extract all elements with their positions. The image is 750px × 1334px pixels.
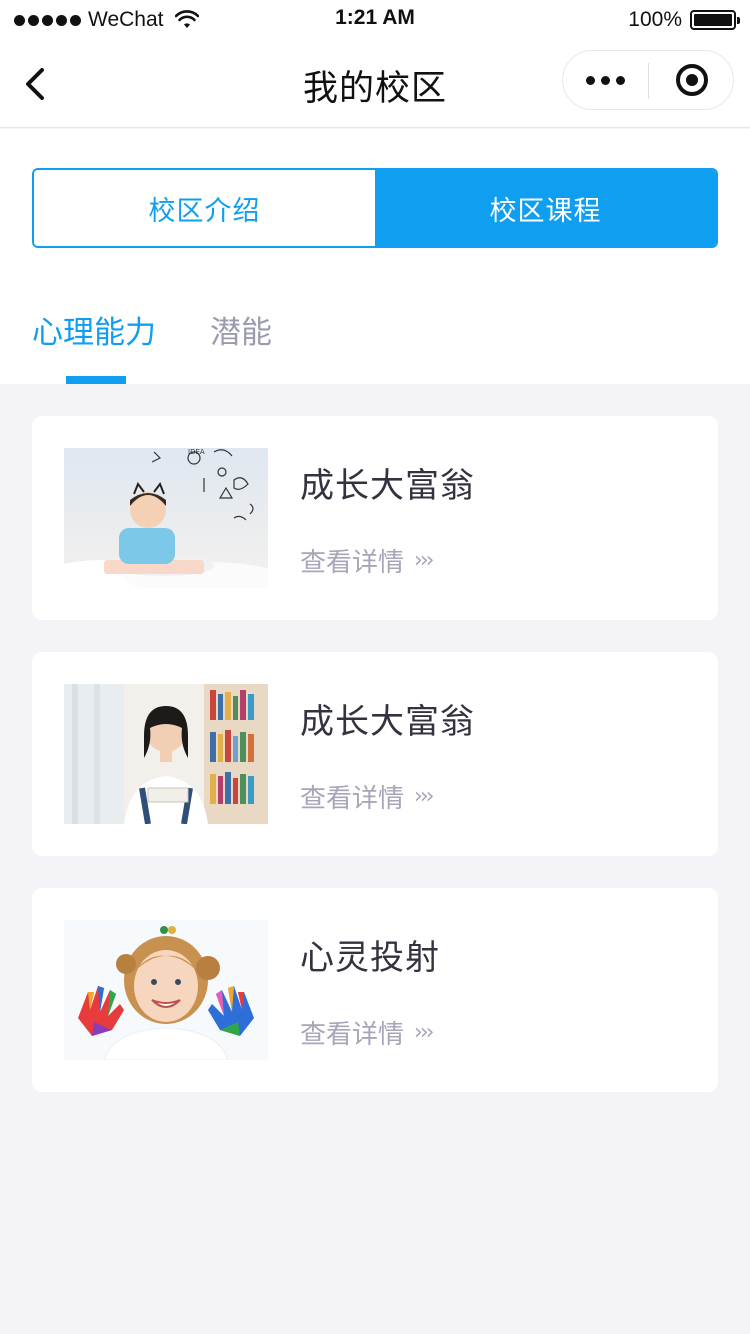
svg-text:IDEA: IDEA bbox=[188, 448, 205, 456]
course-title: 成长大富翁 bbox=[300, 466, 475, 506]
triple-chevron-right-icon: ››› bbox=[414, 1020, 434, 1045]
segmented-control: 校区介绍 校区课程 bbox=[32, 168, 718, 248]
course-card[interactable]: 心灵投射 查看详情 ››› bbox=[32, 888, 718, 1092]
course-card[interactable]: IDEA 成长大富翁 查看详情 ››› bbox=[32, 416, 718, 620]
tab-psychological-ability[interactable]: 心理能力 bbox=[32, 307, 156, 384]
target-icon bbox=[676, 64, 708, 96]
tab-label: 潜能 bbox=[210, 315, 272, 351]
more-dots-icon bbox=[586, 75, 595, 85]
view-details-link[interactable]: 查看详情 ››› bbox=[300, 1014, 434, 1051]
course-image-boy-drawing: IDEA bbox=[64, 448, 268, 588]
course-image-girl-painted-hands bbox=[64, 920, 268, 1060]
status-bar: WeChat 1:21 AM 100% bbox=[0, 0, 750, 40]
tab-potential[interactable]: 潜能 bbox=[210, 307, 272, 384]
triple-chevron-right-icon: ››› bbox=[414, 548, 434, 573]
segment-campus-courses[interactable]: 校区课程 bbox=[375, 170, 716, 246]
battery-icon bbox=[690, 10, 740, 30]
course-title: 成长大富翁 bbox=[300, 702, 475, 742]
view-details-link[interactable]: 查看详情 ››› bbox=[300, 778, 434, 815]
nav-bar: 我的校区 bbox=[0, 40, 750, 128]
view-details-label: 查看详情 bbox=[300, 1020, 405, 1050]
more-dots-icon bbox=[616, 75, 625, 85]
course-image-girl-library bbox=[64, 684, 268, 824]
course-list: IDEA 成长大富翁 查看详情 ››› 成长大富翁 查看详情 ››› 心灵投射 … bbox=[32, 416, 718, 1124]
view-details-label: 查看详情 bbox=[300, 548, 405, 578]
mini-program-capsule bbox=[562, 50, 734, 110]
tab-label: 心理能力 bbox=[32, 315, 156, 351]
battery-percent: 100% bbox=[628, 8, 682, 31]
tab-active-indicator bbox=[66, 376, 126, 384]
status-right: 100% bbox=[628, 6, 740, 34]
header-section: 校区介绍 校区课程 心理能力 潜能 bbox=[0, 129, 750, 384]
battery-fill bbox=[694, 14, 732, 26]
triple-chevron-right-icon: ››› bbox=[414, 784, 434, 809]
close-mini-program-button[interactable] bbox=[649, 51, 735, 109]
more-button[interactable] bbox=[563, 51, 648, 109]
page: WeChat 1:21 AM 100% 我的校区 校区介绍 校区课程 心理能力 … bbox=[0, 0, 750, 1334]
view-details-label: 查看详情 bbox=[300, 784, 405, 814]
course-title: 心灵投射 bbox=[300, 938, 440, 978]
course-card[interactable]: 成长大富翁 查看详情 ››› bbox=[32, 652, 718, 856]
more-dots-icon bbox=[601, 75, 610, 85]
segment-campus-intro[interactable]: 校区介绍 bbox=[34, 170, 375, 246]
view-details-link[interactable]: 查看详情 ››› bbox=[300, 542, 434, 579]
category-tabs: 心理能力 潜能 bbox=[32, 307, 326, 384]
